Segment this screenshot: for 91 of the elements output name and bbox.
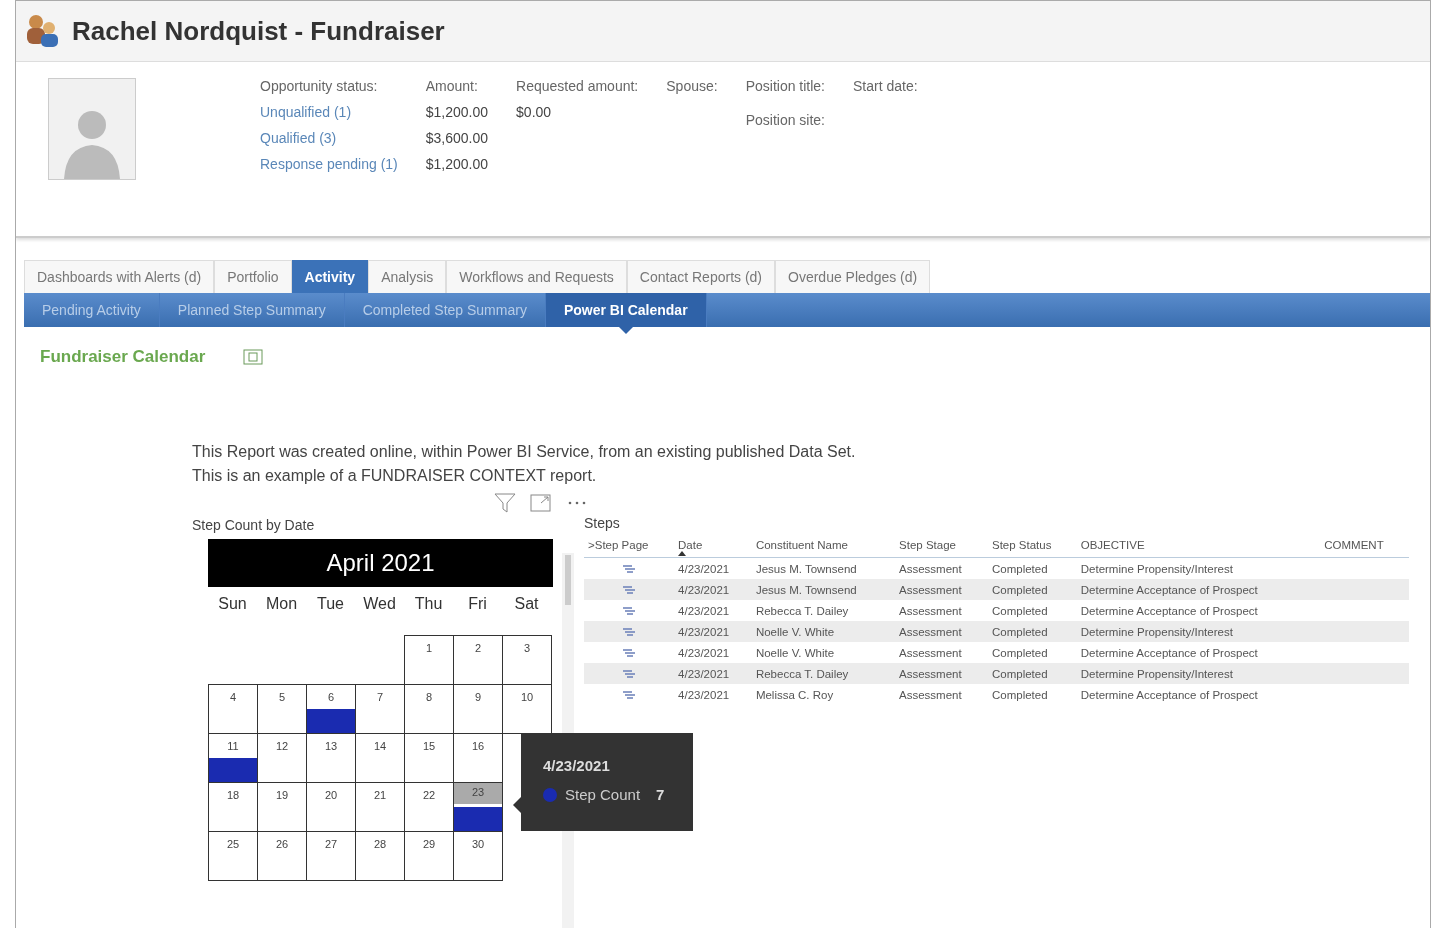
day-number: 30 <box>470 837 486 852</box>
weekday-label: Mon <box>264 595 299 613</box>
table-cell: Determine Propensity/Interest <box>1076 663 1321 684</box>
table-cell: Rebecca T. Dailey <box>751 600 896 621</box>
table-cell: Jesus M. Townsend <box>751 579 896 600</box>
day-number: 28 <box>372 837 388 852</box>
weekday-label: Tue <box>316 595 345 613</box>
table-cell: Noelle V. White <box>751 642 896 663</box>
weekday-label: Wed <box>362 595 397 613</box>
weekday-label: Sun <box>217 595 248 613</box>
day-number: 8 <box>424 690 434 705</box>
day-number: 15 <box>421 739 437 754</box>
weekday-label: Sat <box>513 595 540 613</box>
table-cell: Noelle V. White <box>751 621 896 642</box>
tooltip-label: Step Count <box>565 786 641 803</box>
table-cell: Completed <box>987 642 1077 663</box>
day-number: 6 <box>326 690 336 705</box>
table-cell: 4/23/2021 <box>674 557 752 579</box>
day-number: 12 <box>274 739 290 754</box>
tooltip-date: 4/23/2021 <box>543 757 611 774</box>
amount-value: $3,600.00 <box>425 130 489 146</box>
table-cell: 4/23/2021 <box>674 684 752 705</box>
amount-value: $1,200.00 <box>425 156 489 172</box>
weekday-label: Fri <box>467 595 488 613</box>
field-label: Position site: <box>745 112 825 128</box>
table-cell: Determine Propensity/Interest <box>1076 557 1321 579</box>
table-cell: Determine Acceptance of Prospect <box>1076 684 1321 705</box>
field-label: Amount: <box>425 78 479 94</box>
field-label: Opportunity status: <box>260 78 379 94</box>
table-cell: Rebecca T. Dailey <box>751 663 896 684</box>
chart-title: Step Count by Date <box>192 517 316 533</box>
day-number: 29 <box>421 837 437 852</box>
day-number: 18 <box>225 788 241 803</box>
table-cell: Assessment <box>895 621 988 642</box>
table-cell: Melissa C. Roy <box>751 684 896 705</box>
table-cell: Assessment <box>895 663 988 684</box>
month-header: April 2021 <box>208 539 553 587</box>
table-cell: Completed <box>987 663 1077 684</box>
field-label: Start date: <box>853 78 918 94</box>
table-cell: 4/23/2021 <box>674 579 752 600</box>
day-number: 26 <box>274 837 290 852</box>
day-number: 4 <box>228 690 238 705</box>
table-cell: Completed <box>987 684 1077 705</box>
table-cell: Assessment <box>895 642 988 663</box>
table-cell: Determine Acceptance of Prospect <box>1076 642 1321 663</box>
tooltip-value: 7 <box>656 786 665 803</box>
table-cell: 4/23/2021 <box>674 600 752 621</box>
day-number: 14 <box>372 739 388 754</box>
day-number: 7 <box>375 690 385 705</box>
amount-value: $1,200.00 <box>425 104 489 120</box>
day-number: 5 <box>277 690 287 705</box>
day-number: 10 <box>519 690 535 705</box>
amount-value: $0.00 <box>516 104 553 120</box>
table-cell: Determine Acceptance of Prospect <box>1076 600 1321 621</box>
day-number: 21 <box>372 788 388 803</box>
table-cell: Assessment <box>895 600 988 621</box>
page-title: Rachel Nordquist - Fundraiser <box>72 15 445 47</box>
table-cell: Determine Acceptance of Prospect <box>1076 579 1321 600</box>
table-cell: 4/23/2021 <box>674 621 752 642</box>
table-cell: Completed <box>987 557 1077 579</box>
day-number: 19 <box>274 788 290 803</box>
table-cell: Assessment <box>895 557 988 579</box>
intro-text: This is an example of a FUNDRAISER CONTEXT report. <box>192 467 598 485</box>
field-label: Spouse: <box>666 78 718 94</box>
table-cell: Assessment <box>895 684 988 705</box>
table-cell: Completed <box>987 579 1077 600</box>
day-number: 2 <box>473 641 483 656</box>
day-number: 9 <box>473 690 483 705</box>
day-number: 3 <box>522 641 532 656</box>
field-label: Position title: <box>745 78 825 94</box>
day-number: 25 <box>225 837 241 852</box>
table-cell: Completed <box>987 600 1077 621</box>
day-number: 13 <box>323 739 339 754</box>
day-number: 1 <box>424 641 434 656</box>
table-cell: Assessment <box>895 579 988 600</box>
field-label: Requested amount: <box>516 78 639 94</box>
weekday-label: Thu <box>413 595 444 613</box>
table-cell: Determine Propensity/Interest <box>1076 621 1321 642</box>
day-number: 23 <box>454 783 502 804</box>
day-number: 27 <box>323 837 339 852</box>
day-number: 20 <box>323 788 339 803</box>
day-number: 11 <box>226 739 240 754</box>
table-cell: Completed <box>987 621 1077 642</box>
table-cell: 4/23/2021 <box>674 642 752 663</box>
day-number: 22 <box>421 788 437 803</box>
table-title: Steps <box>584 515 621 531</box>
day-number: 16 <box>470 739 486 754</box>
table-cell: Jesus M. Townsend <box>751 557 896 579</box>
table-cell: 4/23/2021 <box>674 663 752 684</box>
intro-text: This Report was created online, within Power BI Service, from an existing published Data Set. <box>192 443 857 461</box>
section-title: Fundraiser Calendar <box>40 347 206 367</box>
